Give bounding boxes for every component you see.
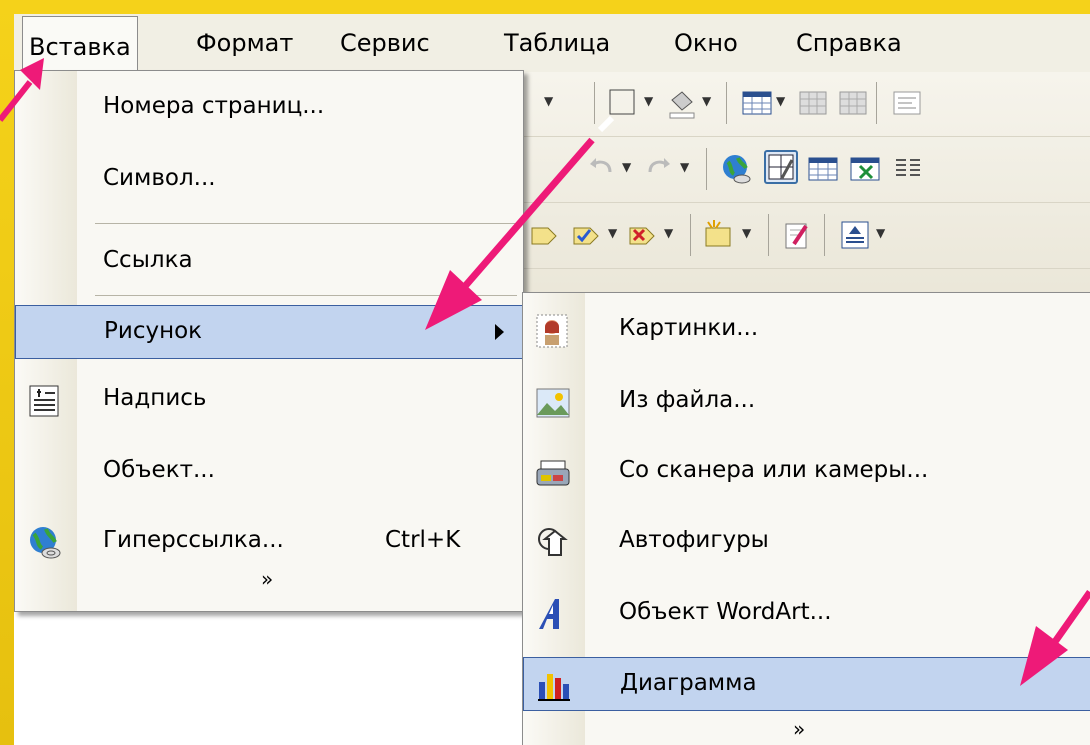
shortcut-label: Ctrl+K [385, 527, 461, 553]
menu-item-label: Рисунок [104, 318, 203, 344]
menu-item-autoshapes[interactable]: Автофигуры [523, 515, 1090, 569]
dropdown-arrow-icon[interactable]: ▼ [544, 94, 553, 108]
expand-menu-icon[interactable]: » [793, 717, 805, 741]
align-icon[interactable] [890, 86, 924, 120]
menu-item-object[interactable]: Объект... [15, 445, 523, 499]
fill-color-icon[interactable] [664, 86, 698, 120]
dropdown-arrow-icon[interactable]: ▼ [664, 226, 673, 240]
menu-item-from-file[interactable]: Из файла... [523, 375, 1090, 429]
menu-item-scanner[interactable]: Со сканера или камеры... [523, 445, 1090, 499]
menu-item-label: Со сканера или камеры... [619, 457, 929, 483]
menu-item-clip-art[interactable]: Картинки... [523, 303, 1090, 357]
menu-separator [95, 223, 517, 224]
dropdown-arrow-icon[interactable]: ▼ [876, 226, 885, 240]
menu-tools[interactable]: Сервис [334, 24, 436, 62]
wordart-icon [535, 597, 571, 633]
menu-item-text-box[interactable]: Надпись [15, 373, 523, 427]
picture-submenu: Картинки... Из файла... Со сканера или к… [522, 292, 1090, 745]
toolbar-row-reviewing: ▼ ▼ ▼ ▼ [514, 204, 1090, 269]
accept-change-icon[interactable] [570, 218, 604, 252]
dropdown-arrow-icon[interactable]: ▼ [702, 94, 711, 108]
picture-file-icon [535, 385, 571, 421]
toolbar-separator [768, 214, 769, 256]
menu-table[interactable]: Таблица [498, 24, 616, 62]
word-window: Вставка Формат Сервис Таблица Окно Справ… [14, 14, 1090, 745]
menu-item-label: Надпись [103, 385, 207, 411]
menu-item-label: Ссылка [103, 247, 193, 273]
toolbar-row-formatting: ▼ ▼ ▼ ▼ [514, 72, 1090, 137]
menu-item-label: Из файла... [619, 387, 756, 413]
reject-change-icon[interactable] [626, 218, 660, 252]
dropdown-arrow-icon[interactable]: ▼ [644, 94, 653, 108]
menu-separator [95, 295, 517, 296]
borders-icon[interactable] [606, 86, 640, 120]
insert-table-icon[interactable] [740, 86, 774, 120]
dropdown-arrow-icon[interactable]: ▼ [776, 94, 785, 108]
menu-insert[interactable]: Вставка [22, 16, 138, 72]
dropdown-arrow-icon[interactable]: ▼ [680, 160, 689, 174]
track-changes-icon[interactable] [528, 218, 562, 252]
toolbar-separator [824, 214, 825, 256]
chart-icon [536, 668, 572, 704]
menu-item-label: Символ... [103, 165, 216, 191]
menu-item-picture[interactable]: Рисунок [15, 305, 523, 359]
menu-item-label: Объект... [103, 457, 215, 483]
menu-bar: Вставка Формат Сервис Таблица Окно Справ… [14, 14, 1090, 73]
menu-item-reference[interactable]: Ссылка [15, 235, 523, 289]
text-box-icon [27, 383, 63, 419]
table-grid-icon[interactable] [836, 86, 870, 120]
dropdown-arrow-icon[interactable]: ▼ [622, 160, 631, 174]
toolbar-separator [690, 214, 691, 256]
menu-item-hyperlink[interactable]: Гиперссылка... Ctrl+K [15, 515, 523, 569]
menu-item-chart[interactable]: Диаграмма [523, 657, 1090, 711]
menu-window[interactable]: Окно [668, 24, 744, 62]
insert-excel-icon[interactable] [848, 152, 882, 186]
toolbar-separator [726, 82, 727, 124]
menu-item-label: Номера страниц... [103, 93, 325, 119]
insert-menu: Номера страниц... Символ... Ссылка Рисун… [14, 70, 524, 612]
menu-item-label: Автофигуры [619, 527, 769, 553]
redo-icon[interactable] [642, 152, 676, 186]
dropdown-arrow-icon[interactable]: ▼ [608, 226, 617, 240]
toolbar-separator [876, 82, 877, 124]
reviewing-pane-icon[interactable] [838, 218, 872, 252]
menu-item-label: Объект WordArt... [619, 599, 832, 625]
insert-table-icon[interactable] [806, 152, 840, 186]
menu-item-page-numbers[interactable]: Номера страниц... [15, 81, 523, 135]
menu-item-label: Диаграмма [620, 670, 757, 696]
menu-item-label: Гиперссылка... [103, 527, 284, 553]
undo-icon[interactable] [584, 152, 618, 186]
globe-link-icon [27, 525, 63, 561]
menu-item-label: Картинки... [619, 315, 759, 341]
submenu-arrow-icon [495, 324, 504, 340]
dropdown-arrow-icon[interactable]: ▼ [742, 226, 751, 240]
toolbar-row-standard: ▼ ▼ [514, 138, 1090, 203]
toolbar-area: ▼ ▼ ▼ ▼ ▼ ▼ ▼ ▼ ▼ ▼ [514, 72, 1090, 322]
menu-help[interactable]: Справка [790, 24, 908, 62]
menu-format[interactable]: Формат [190, 24, 299, 62]
tables-borders-icon[interactable] [764, 150, 798, 184]
autoshapes-icon [535, 525, 571, 561]
clipart-icon [535, 313, 571, 349]
highlight-doc-icon[interactable] [780, 218, 814, 252]
expand-menu-icon[interactable]: » [261, 567, 273, 591]
toolbar-separator [706, 148, 707, 190]
columns-icon[interactable] [890, 152, 924, 186]
toolbar-separator [594, 82, 595, 124]
scanner-icon [535, 455, 571, 491]
menu-item-wordart[interactable]: Объект WordArt... [523, 587, 1090, 641]
table-grid-icon[interactable] [796, 86, 830, 120]
new-comment-icon[interactable] [702, 218, 736, 252]
hyperlink-icon[interactable] [720, 152, 754, 186]
menu-item-symbol[interactable]: Символ... [15, 153, 523, 207]
